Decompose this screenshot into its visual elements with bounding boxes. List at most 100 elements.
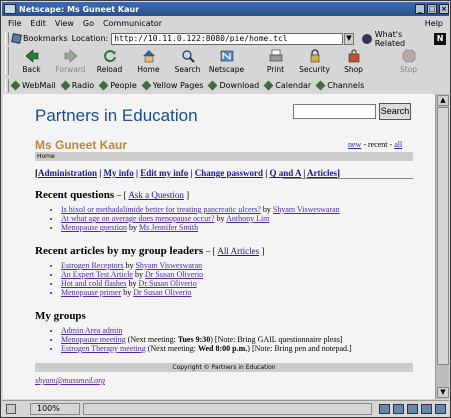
author-link[interactable]: Dr Susan Oliverio: [133, 288, 191, 297]
change-password-link[interactable]: Change password: [195, 168, 263, 178]
author-link[interactable]: Shyam Visweswaran: [135, 261, 202, 270]
toolbar-grip[interactable]: [5, 47, 9, 75]
meeting-prefix: (Next meeting:: [127, 335, 178, 344]
all-link[interactable]: all: [394, 140, 402, 149]
new-link[interactable]: new: [348, 140, 361, 149]
shop-label: Shop: [344, 65, 363, 74]
q-and-a-link[interactable]: Q and A: [269, 168, 301, 178]
security-button[interactable]: Security: [295, 47, 334, 74]
home-button[interactable]: Home: [129, 47, 168, 74]
my-info-link[interactable]: My info: [104, 168, 134, 178]
list-item: Menopause question by Ms Jennifer Smith: [61, 223, 340, 232]
article-link[interactable]: Hot and cold flashes: [61, 279, 127, 288]
bookmarks-button[interactable]: Bookmarks: [11, 33, 68, 44]
url-input[interactable]: http://10.11.0.122:8080/pie/home.tcl: [111, 32, 343, 45]
bookmark-icon: [141, 80, 152, 91]
article-link[interactable]: Estrogen Receptors: [61, 261, 123, 270]
stop-button[interactable]: Stop: [389, 47, 428, 74]
question-link[interactable]: Is hixol or methadalimide better for tre…: [61, 205, 261, 214]
article-link[interactable]: Menopause primer: [61, 288, 121, 297]
search-button[interactable]: Search: [168, 47, 207, 74]
calendar-link[interactable]: Calendar: [263, 80, 311, 91]
menu-communicator[interactable]: Communicator: [103, 19, 162, 28]
close-icon[interactable]: ×: [439, 4, 449, 14]
download-link[interactable]: Download: [208, 80, 260, 91]
recent-questions-section: Recent questions – [ Ask a Question ] Is…: [35, 189, 340, 232]
article-link[interactable]: An Expert Test Article: [61, 270, 133, 279]
forward-button[interactable]: Forward: [51, 47, 90, 74]
channels-link[interactable]: Channels: [315, 80, 364, 91]
discussion-icon[interactable]: [407, 404, 418, 414]
progress-percent: 100%: [30, 403, 80, 415]
menu-help[interactable]: Help: [425, 19, 443, 28]
url-dropdown-icon[interactable]: ▼: [343, 32, 354, 45]
all-articles-link[interactable]: All Articles: [217, 246, 259, 256]
toolbar-grip[interactable]: [5, 32, 9, 45]
edit-my-info-link[interactable]: Edit my info: [140, 168, 188, 178]
question-link[interactable]: Menopause question: [61, 223, 127, 232]
scroll-down-icon[interactable]: ▼: [437, 387, 449, 398]
author-link[interactable]: Anthony Lim: [226, 214, 269, 223]
author-link[interactable]: Shyam Visweswaran: [273, 205, 340, 214]
menu-edit[interactable]: Edit: [30, 19, 46, 28]
search-input[interactable]: [293, 104, 376, 119]
yellow-pages-link[interactable]: Yellow Pages: [141, 80, 203, 91]
shop-button[interactable]: Shop: [334, 47, 373, 74]
list-item: Is hixol or methadalimide better for tre…: [61, 205, 340, 214]
bookmark-icon: [11, 33, 22, 44]
back-button[interactable]: Back: [12, 47, 51, 74]
by-text: by: [123, 288, 132, 297]
scroll-up-icon[interactable]: ▲: [437, 95, 449, 106]
webmail-link[interactable]: WebMail: [10, 80, 56, 91]
author-link[interactable]: Dr Susan Oliverio: [139, 279, 197, 288]
whats-related-button[interactable]: What's Related: [361, 29, 434, 48]
articles-link[interactable]: Articles: [307, 168, 337, 178]
reload-button[interactable]: Reload: [90, 47, 129, 74]
status-message: [83, 403, 372, 415]
search-submit-button[interactable]: Search: [379, 103, 411, 120]
title-bar[interactable]: Netscape: Ms Guneet Kaur _ □ ×: [2, 2, 449, 16]
meeting-time: Tues 9:30: [177, 335, 211, 344]
reload-label: Reload: [96, 65, 123, 74]
ask-question-link[interactable]: Ask a Question: [128, 190, 184, 200]
recent-separator: - recent -: [361, 140, 395, 149]
whats-related-label: What's Related: [374, 29, 406, 48]
bookmark-icon: [263, 80, 274, 91]
group-link[interactable]: Estrogen Therapy meeting: [61, 344, 146, 353]
stop-icon: [402, 49, 415, 63]
people-link[interactable]: People: [98, 80, 137, 91]
contact-email-link[interactable]: shyam@massmed.org: [35, 376, 105, 385]
maximize-icon[interactable]: □: [427, 4, 437, 14]
scroll-thumb[interactable]: [437, 107, 449, 365]
my-groups-section: My groups Admin Area admin Menopause mee…: [35, 310, 352, 353]
address-book-icon[interactable]: [435, 404, 446, 414]
group-link[interactable]: Menopause meeting: [61, 335, 126, 344]
menu-file[interactable]: File: [8, 19, 21, 28]
menu-go[interactable]: Go: [83, 19, 94, 28]
navigator-icon[interactable]: [379, 404, 390, 414]
print-button[interactable]: Print: [256, 47, 295, 74]
administration-link[interactable]: Administration: [38, 168, 97, 178]
security-lock-icon[interactable]: [6, 404, 16, 414]
by-text: by: [129, 223, 137, 232]
mail-icon[interactable]: [393, 404, 404, 414]
section-heading: My groups: [35, 310, 86, 322]
radio-label: Radio: [71, 81, 95, 90]
question-link[interactable]: At what age on average does menopause oc…: [61, 214, 215, 223]
netscape-button[interactable]: Netscape: [207, 47, 246, 74]
group-link[interactable]: Admin Area admin: [61, 326, 122, 335]
menu-view[interactable]: View: [55, 19, 74, 28]
radio-link[interactable]: Radio: [60, 80, 95, 91]
minimize-icon[interactable]: _: [415, 4, 425, 14]
user-name: Ms Guneet Kaur: [35, 138, 128, 152]
toolbar-grip[interactable]: [5, 79, 9, 92]
download-label: Download: [219, 81, 260, 90]
author-link[interactable]: Dr Susan Oliverio: [145, 270, 203, 279]
composer-icon[interactable]: [421, 404, 432, 414]
author-link[interactable]: Ms Jennifer Smith: [139, 223, 198, 232]
netscape-window-icon: [4, 4, 16, 14]
meeting-note: ) [Note: Bring GAIL questionnaire pleas]: [210, 335, 343, 344]
new-recent-all-links: new - recent - all: [348, 140, 402, 149]
vertical-scrollbar[interactable]: ▲ ▼: [435, 94, 449, 399]
netscape-logo-icon[interactable]: N: [434, 32, 446, 45]
